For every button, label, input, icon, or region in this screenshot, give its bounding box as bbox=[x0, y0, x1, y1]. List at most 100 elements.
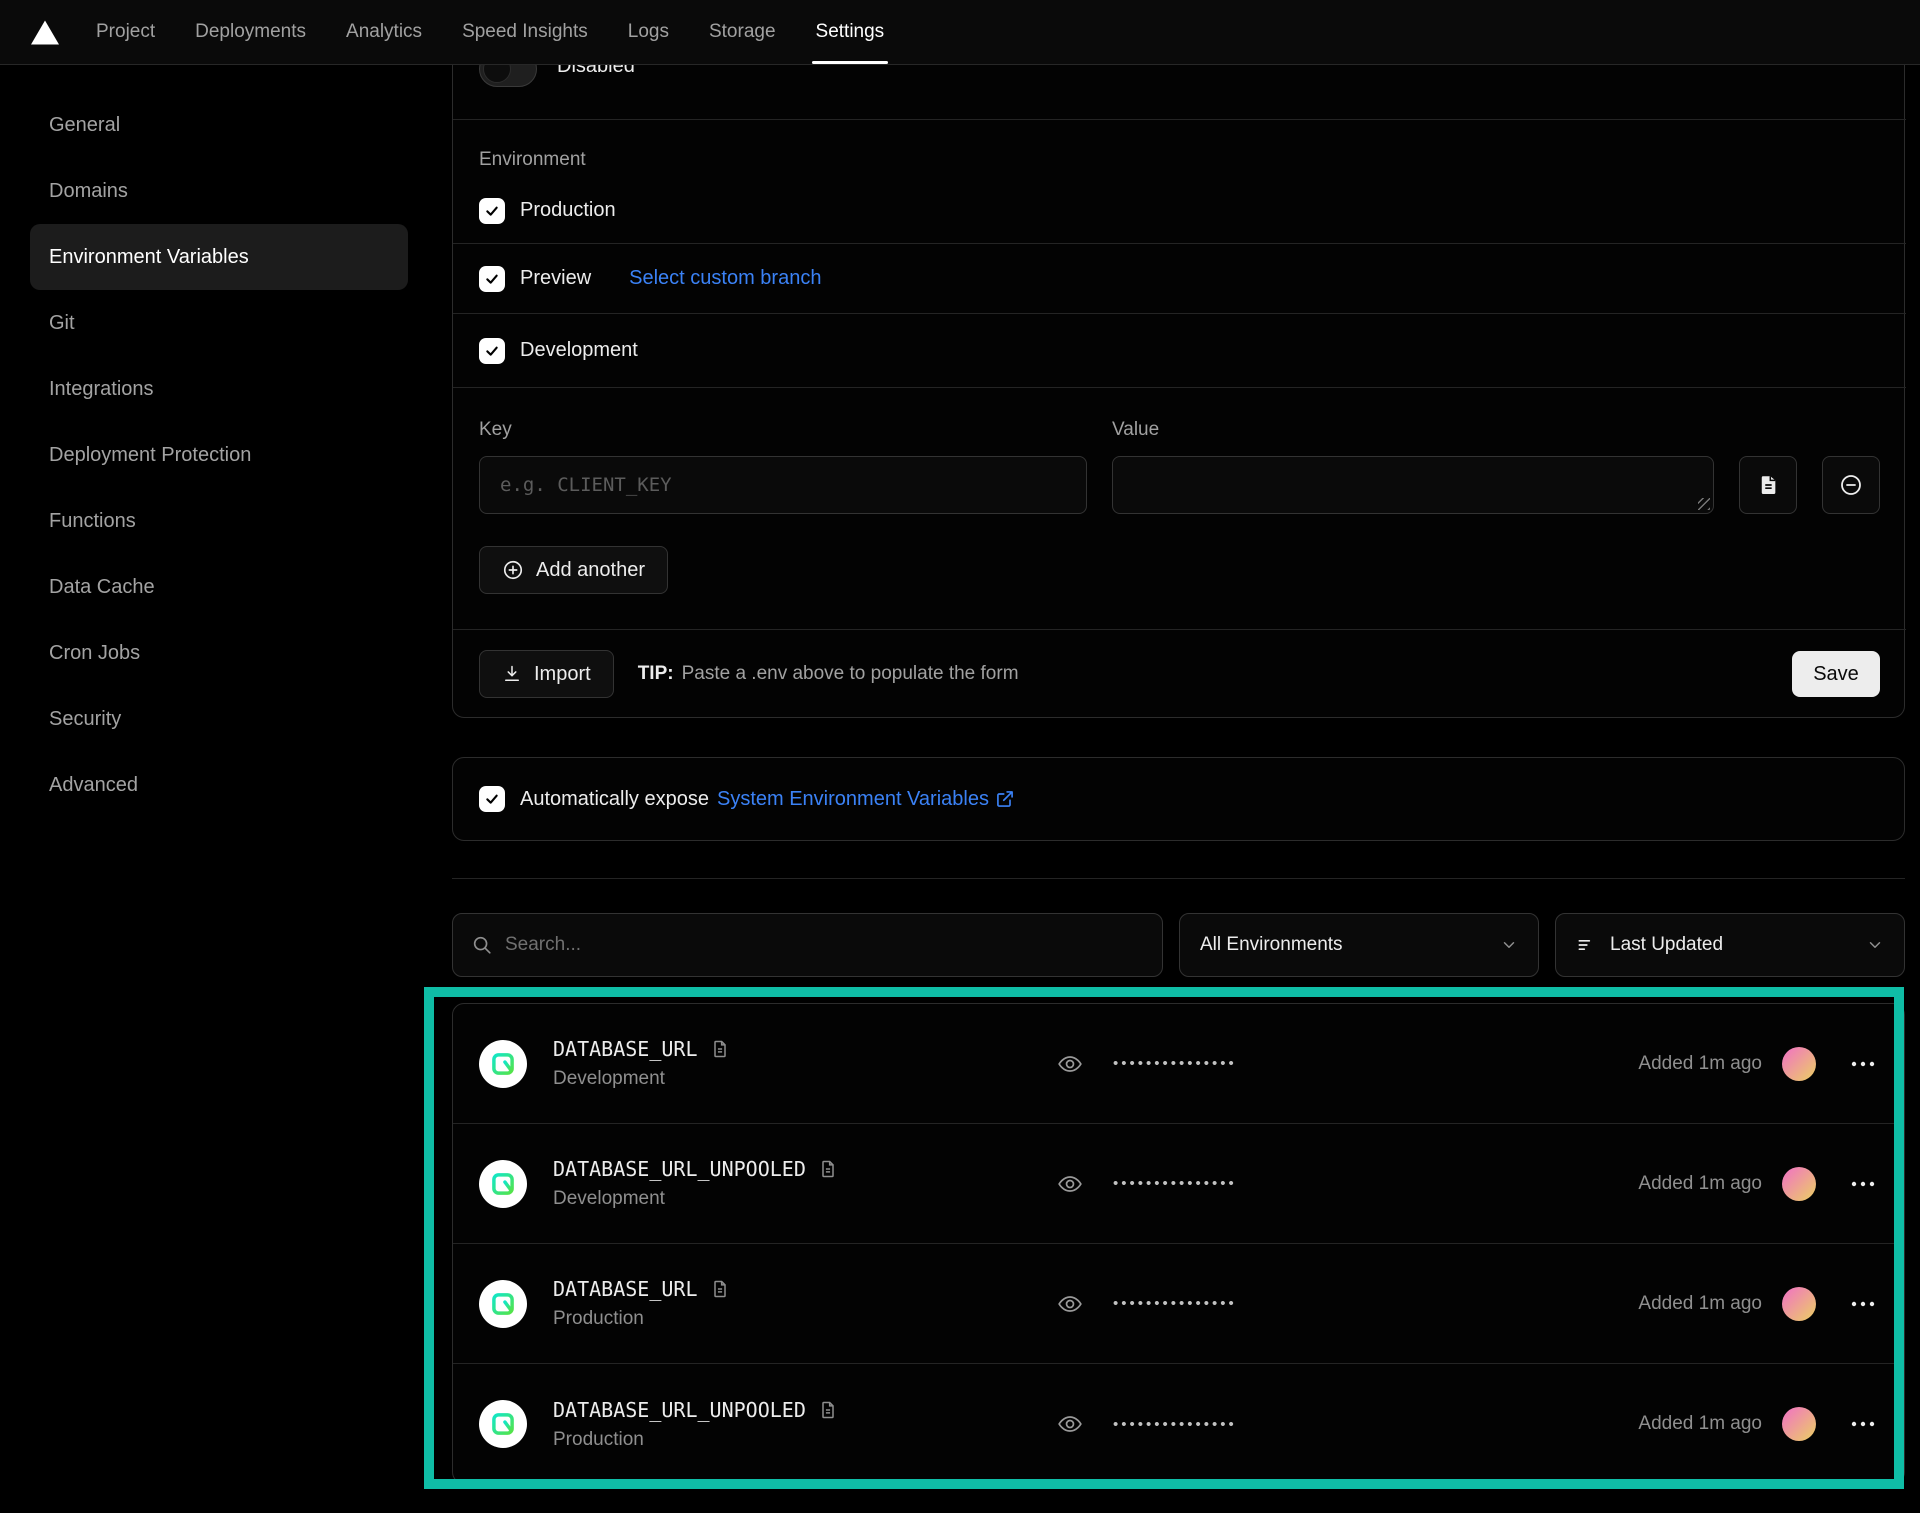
variable-value-cell: ••••••••••••••• bbox=[1055, 1291, 1237, 1317]
chevron-down-icon bbox=[1500, 936, 1518, 954]
nav-tab-logs[interactable]: Logs bbox=[628, 0, 669, 64]
sidebar-item-data-cache[interactable]: Data Cache bbox=[30, 554, 408, 620]
chevron-down-icon bbox=[1866, 936, 1884, 954]
nav-tab-analytics[interactable]: Analytics bbox=[346, 0, 422, 64]
preview-label: Preview bbox=[520, 267, 591, 290]
add-variable-card: Disabled Environment Production Preview … bbox=[452, 0, 1905, 718]
environment-row-development: Development bbox=[453, 314, 1906, 388]
variable-name-cell: DATABASE_URL_UNPOOLED Development bbox=[553, 1157, 1055, 1210]
value-input-wrap bbox=[1112, 456, 1714, 514]
nav-tabs: Project Deployments Analytics Speed Insi… bbox=[96, 0, 884, 64]
paste-env-file-button[interactable] bbox=[1739, 456, 1797, 514]
production-checkbox[interactable] bbox=[479, 198, 505, 224]
select-custom-branch-link[interactable]: Select custom branch bbox=[629, 267, 821, 290]
added-timestamp: Added 1m ago bbox=[1638, 1293, 1762, 1315]
system-env-text: Automatically expose bbox=[520, 788, 709, 811]
note-icon[interactable] bbox=[710, 1278, 730, 1300]
masked-value: ••••••••••••••• bbox=[1113, 1055, 1237, 1072]
variable-name: DATABASE_URL_UNPOOLED bbox=[553, 1157, 806, 1181]
variable-value-cell: ••••••••••••••• bbox=[1055, 1411, 1237, 1437]
masked-value: ••••••••••••••• bbox=[1113, 1175, 1237, 1192]
check-icon bbox=[484, 271, 500, 287]
row-meta-cell: Added 1m ago bbox=[1638, 1407, 1882, 1441]
sidebar-item-advanced[interactable]: Advanced bbox=[30, 752, 408, 818]
note-icon[interactable] bbox=[818, 1399, 838, 1421]
key-label: Key bbox=[479, 419, 512, 441]
preview-checkbox[interactable] bbox=[479, 266, 505, 292]
variable-name: DATABASE_URL_UNPOOLED bbox=[553, 1398, 806, 1422]
sidebar-item-environment-variables[interactable]: Environment Variables bbox=[30, 224, 408, 290]
nav-tab-deployments[interactable]: Deployments bbox=[195, 0, 306, 64]
import-button[interactable]: Import bbox=[479, 650, 614, 698]
nav-tab-project[interactable]: Project bbox=[96, 0, 155, 64]
variable-value-cell: ••••••••••••••• bbox=[1055, 1171, 1237, 1197]
development-checkbox[interactable] bbox=[479, 338, 505, 364]
neon-integration-icon bbox=[479, 1400, 527, 1448]
sidebar-item-cron-jobs[interactable]: Cron Jobs bbox=[30, 620, 408, 686]
reveal-eye-icon[interactable] bbox=[1055, 1411, 1085, 1437]
divider bbox=[452, 878, 1905, 879]
reveal-eye-icon[interactable] bbox=[1055, 1171, 1085, 1197]
row-menu-button[interactable] bbox=[1844, 1294, 1882, 1314]
import-label: Import bbox=[534, 663, 591, 686]
document-icon bbox=[1757, 473, 1779, 497]
reveal-eye-icon[interactable] bbox=[1055, 1291, 1085, 1317]
reveal-eye-icon[interactable] bbox=[1055, 1051, 1085, 1077]
variable-name-cell: DATABASE_URL Production bbox=[553, 1277, 1055, 1330]
added-timestamp: Added 1m ago bbox=[1638, 1413, 1762, 1435]
minus-circle-icon bbox=[1839, 473, 1863, 497]
variable-name-cell: DATABASE_URL_UNPOOLED Production bbox=[553, 1398, 1055, 1451]
sort-dropdown[interactable]: Last Updated bbox=[1555, 913, 1905, 977]
row-meta-cell: Added 1m ago bbox=[1638, 1167, 1882, 1201]
remove-row-button[interactable] bbox=[1822, 456, 1880, 514]
development-label: Development bbox=[520, 339, 638, 362]
environment-row-preview: Preview Select custom branch bbox=[453, 244, 1906, 314]
external-link-icon bbox=[995, 789, 1015, 809]
check-icon bbox=[484, 343, 500, 359]
note-icon[interactable] bbox=[710, 1038, 730, 1060]
sort-icon bbox=[1576, 935, 1596, 955]
search-input[interactable] bbox=[505, 934, 1144, 956]
masked-value: ••••••••••••••• bbox=[1113, 1295, 1237, 1312]
variable-name: DATABASE_URL bbox=[553, 1277, 698, 1301]
sidebar-item-domains[interactable]: Domains bbox=[30, 158, 408, 224]
added-timestamp: Added 1m ago bbox=[1638, 1053, 1762, 1075]
add-another-button[interactable]: Add another bbox=[479, 546, 668, 594]
avatar bbox=[1782, 1407, 1816, 1441]
row-menu-button[interactable] bbox=[1844, 1174, 1882, 1194]
ellipsis-icon bbox=[1850, 1180, 1876, 1188]
nav-tab-speed-insights[interactable]: Speed Insights bbox=[462, 0, 588, 64]
download-icon bbox=[502, 664, 522, 684]
plus-circle-icon bbox=[502, 559, 524, 581]
sidebar-item-functions[interactable]: Functions bbox=[30, 488, 408, 554]
sidebar-item-general[interactable]: General bbox=[30, 92, 408, 158]
environment-filter-dropdown[interactable]: All Environments bbox=[1179, 913, 1539, 977]
variable-name: DATABASE_URL bbox=[553, 1037, 698, 1061]
system-env-checkbox[interactable] bbox=[479, 786, 505, 812]
row-menu-button[interactable] bbox=[1844, 1054, 1882, 1074]
variable-environment: Production bbox=[553, 1429, 1055, 1451]
system-env-card: Automatically expose System Environment … bbox=[452, 757, 1905, 841]
avatar bbox=[1782, 1167, 1816, 1201]
form-footer: Import TIP: Paste a .env above to popula… bbox=[453, 629, 1906, 718]
value-label: Value bbox=[1112, 419, 1159, 441]
avatar bbox=[1782, 1047, 1816, 1081]
variable-environment: Production bbox=[553, 1308, 1055, 1330]
sidebar-item-integrations[interactable]: Integrations bbox=[30, 356, 408, 422]
row-menu-button[interactable] bbox=[1844, 1414, 1882, 1434]
system-env-link[interactable]: System Environment Variables bbox=[717, 788, 1015, 811]
key-input[interactable] bbox=[479, 456, 1087, 514]
table-row: DATABASE_URL_UNPOOLED Development ••••••… bbox=[453, 1124, 1904, 1244]
note-icon[interactable] bbox=[818, 1158, 838, 1180]
nav-tab-settings[interactable]: Settings bbox=[816, 0, 885, 64]
nav-tab-storage[interactable]: Storage bbox=[709, 0, 776, 64]
sidebar-item-git[interactable]: Git bbox=[30, 290, 408, 356]
check-icon bbox=[484, 791, 500, 807]
sidebar-item-security[interactable]: Security bbox=[30, 686, 408, 752]
sidebar-item-deployment-protection[interactable]: Deployment Protection bbox=[30, 422, 408, 488]
add-another-label: Add another bbox=[536, 559, 645, 582]
vercel-logo-icon[interactable] bbox=[30, 19, 60, 46]
save-button[interactable]: Save bbox=[1792, 651, 1880, 697]
value-input[interactable] bbox=[1112, 456, 1714, 514]
variable-environment: Development bbox=[553, 1068, 1055, 1090]
